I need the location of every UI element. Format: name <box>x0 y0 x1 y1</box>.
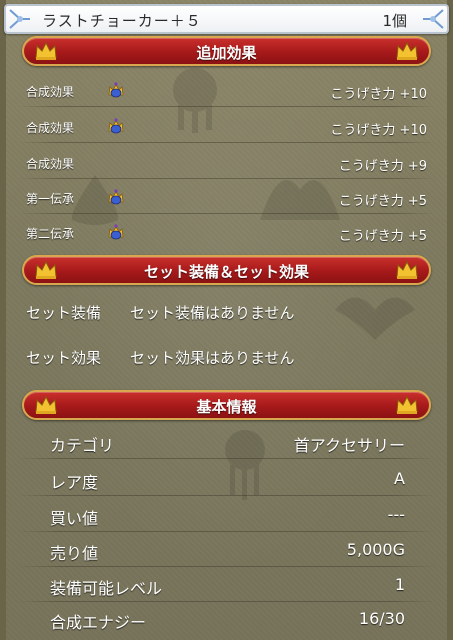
info-row-equip-level: 装備可能レベル 1 <box>0 571 453 601</box>
bonus-value: こうげき力 +5 <box>338 194 427 209</box>
item-title-bar: ラストチョーカー＋５ 1個 <box>4 4 449 34</box>
crown-gem-icon <box>108 118 124 134</box>
info-label: レア度 <box>50 473 99 492</box>
section-title: セット装備＆セット効果 <box>143 263 309 281</box>
section-title: 追加効果 <box>196 44 257 62</box>
info-row-buy-price: 買い値 --- <box>0 501 453 531</box>
crown-gem-icon <box>108 189 124 205</box>
info-label: 売り値 <box>50 544 99 563</box>
bonus-label: 第二伝承 <box>26 227 75 241</box>
crown-icon <box>396 41 418 60</box>
bonus-label: 合成効果 <box>26 121 75 135</box>
section-header-bonus-effects: 追加効果 <box>22 36 431 66</box>
bonus-value: こうげき力 +10 <box>330 123 427 138</box>
item-detail-panel: ラストチョーカー＋５ 1個 追加効果 合成効果 こうげき力 +10 合成効果 こ… <box>0 0 453 640</box>
bonus-label: 合成効果 <box>26 157 75 171</box>
bonus-value: こうげき力 +10 <box>330 87 427 102</box>
bonus-value: こうげき力 +5 <box>338 229 427 244</box>
info-value: 16/30 <box>358 609 405 628</box>
crown-icon <box>396 395 418 414</box>
crown-gem-icon <box>108 224 124 240</box>
info-value: 5,000G <box>346 540 405 559</box>
set-row: セット装備 セット装備はありません <box>0 298 453 328</box>
bonus-label: 第一伝承 <box>26 192 75 206</box>
crown-icon <box>396 260 418 279</box>
info-label: 合成エナジー <box>50 613 147 632</box>
info-label: カテゴリ <box>50 436 115 455</box>
bonus-row: 第二伝承 こうげき力 +5 <box>0 219 453 249</box>
bonus-row: 第一伝承 こうげき力 +5 <box>0 184 453 214</box>
set-label: セット装備 <box>26 304 102 322</box>
set-label: セット効果 <box>26 349 102 367</box>
row-divider <box>18 531 435 532</box>
bonus-row: 合成効果 こうげき力 +9 <box>0 149 453 179</box>
section-header-basic-info: 基本情報 <box>22 390 431 420</box>
row-divider <box>18 495 435 496</box>
row-divider <box>18 106 435 107</box>
bonus-value: こうげき力 +9 <box>338 159 427 174</box>
row-divider <box>18 142 435 143</box>
crown-gem-icon <box>108 82 124 98</box>
info-value: --- <box>387 505 405 524</box>
section-title: 基本情報 <box>196 398 257 416</box>
info-label: 買い値 <box>50 509 99 528</box>
set-value: セット装備はありません <box>130 304 295 322</box>
row-divider <box>18 566 435 567</box>
row-divider <box>18 178 435 179</box>
info-value: 1 <box>394 575 405 594</box>
snowflake-corner-icon <box>9 9 30 29</box>
info-row-synthesis-energy: 合成エナジー 16/30 <box>0 605 453 635</box>
info-value: A <box>394 469 405 488</box>
section-header-set: セット装備＆セット効果 <box>22 255 431 285</box>
info-value: 首アクセサリー <box>293 436 405 455</box>
row-divider <box>18 213 435 214</box>
snowflake-corner-icon <box>423 9 444 29</box>
bonus-row: 合成効果 こうげき力 +10 <box>0 77 453 107</box>
info-row-sell-price: 売り値 5,000G <box>0 536 453 566</box>
bonus-label: 合成効果 <box>26 85 75 99</box>
item-quantity: 1個 <box>382 12 407 30</box>
info-row-category: カテゴリ 首アクセサリー <box>0 428 453 458</box>
set-row: セット効果 セット効果はありません <box>0 343 453 373</box>
item-name: ラストチョーカー＋５ <box>42 12 202 30</box>
info-row-rarity: レア度 A <box>0 465 453 495</box>
set-value: セット効果はありません <box>130 349 295 367</box>
row-divider <box>18 458 435 459</box>
row-divider <box>18 601 435 602</box>
bonus-row: 合成効果 こうげき力 +10 <box>0 113 453 143</box>
info-label: 装備可能レベル <box>50 579 163 598</box>
